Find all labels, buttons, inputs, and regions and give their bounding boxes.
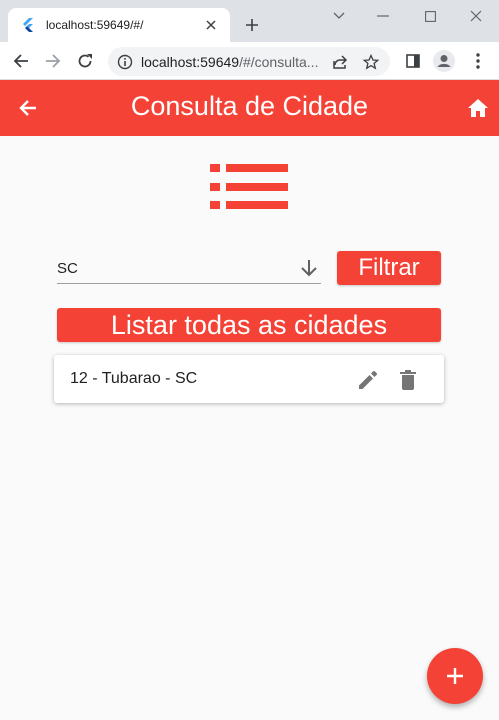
add-city-button[interactable] — [427, 648, 483, 704]
city-label: 12 - Tubarao - SC — [70, 370, 198, 387]
delete-icon[interactable] — [396, 368, 420, 392]
browser-toolbar: localhost:59649/#/consulta... — [0, 42, 499, 80]
share-icon[interactable] — [331, 53, 349, 71]
flutter-icon — [20, 17, 36, 33]
close-icon[interactable] — [202, 16, 220, 34]
browser-forward-icon[interactable] — [41, 49, 65, 73]
chevron-down-icon[interactable] — [326, 6, 352, 26]
list-icon — [210, 164, 288, 210]
arrow-down-icon[interactable] — [299, 257, 319, 279]
url-path: /#/consulta... — [239, 53, 319, 70]
browser-back-icon[interactable] — [9, 49, 33, 73]
address-bar[interactable]: localhost:59649/#/consulta... — [108, 47, 390, 76]
side-panel-icon[interactable] — [401, 49, 425, 73]
minimize-icon[interactable] — [370, 6, 396, 26]
filter-button[interactable]: Filtrar — [337, 251, 441, 285]
new-tab-icon[interactable] — [242, 15, 262, 35]
address-url: localhost:59649/#/consulta... — [141, 54, 319, 70]
state-filter-value: SC — [57, 260, 78, 277]
browser-tabstrip: localhost:59649/#/ — [0, 0, 499, 42]
app-bar: Consulta de Cidade — [0, 80, 499, 136]
home-icon[interactable] — [466, 96, 490, 120]
window-close-icon[interactable] — [463, 6, 489, 26]
edit-icon[interactable] — [356, 368, 380, 392]
reload-icon[interactable] — [73, 49, 97, 73]
tab-title: localhost:59649/#/ — [46, 18, 144, 32]
browser-tab[interactable]: localhost:59649/#/ — [8, 8, 230, 42]
list-item[interactable]: 12 - Tubarao - SC — [54, 355, 444, 403]
state-filter-dropdown[interactable]: SC — [57, 250, 321, 284]
site-info-icon[interactable] — [117, 54, 133, 70]
bookmark-star-icon[interactable] — [362, 53, 380, 71]
profile-avatar-icon[interactable] — [432, 49, 456, 73]
list-all-cities-button[interactable]: Listar todas as cidades — [57, 308, 441, 342]
page-title: Consulta de Cidade — [130, 91, 369, 121]
maximize-icon[interactable] — [417, 6, 443, 26]
add-icon — [446, 667, 464, 685]
kebab-menu-icon[interactable] — [466, 49, 490, 73]
url-host: localhost:59649 — [141, 53, 240, 70]
